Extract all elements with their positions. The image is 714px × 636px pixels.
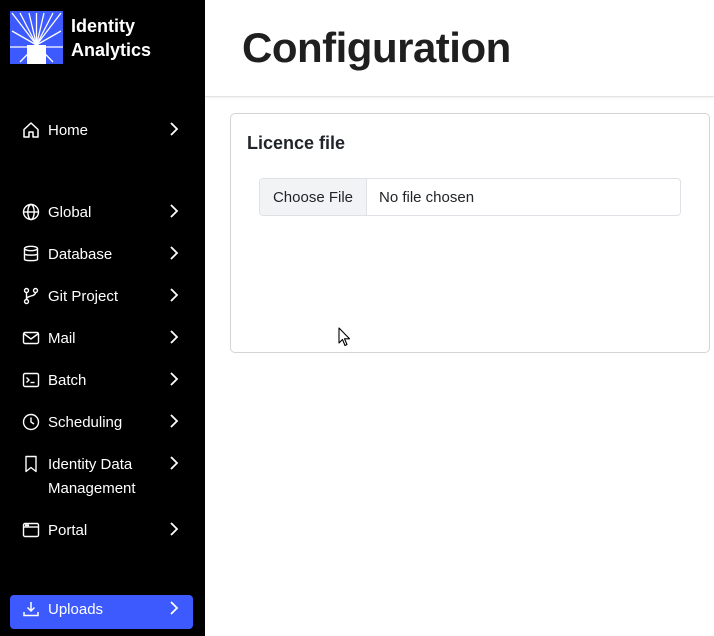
sidebar-item-git-project[interactable]: Git Project	[10, 282, 193, 316]
chevron-right-icon	[170, 601, 179, 615]
sidebar-item-label: Identity Data Management	[48, 456, 136, 497]
sidebar-item-label: Uploads	[48, 601, 104, 618]
sidebar-item-identity-data-management[interactable]: Identity Data Management	[10, 450, 193, 504]
licence-file-input[interactable]: Choose File No file chosen	[259, 178, 681, 216]
sidebar-item-mail[interactable]: Mail	[10, 324, 193, 358]
chevron-right-icon	[170, 414, 179, 428]
globe-icon	[22, 203, 40, 221]
sidebar-item-uploads[interactable]: Uploads	[10, 595, 193, 629]
chevron-right-icon	[170, 522, 179, 536]
chevron-right-icon	[170, 456, 179, 470]
sidebar-item-label: Batch	[48, 372, 87, 389]
brand-line-1: Identity	[71, 16, 136, 36]
page-header: Configuration	[205, 0, 714, 97]
terminal-icon	[22, 372, 40, 388]
git-branch-icon	[23, 287, 39, 305]
sidebar-item-label: Git Project	[48, 288, 119, 305]
logo-icon	[10, 11, 63, 64]
card-title: Licence file	[247, 133, 346, 153]
app-window: Identity Analytics Home Global Database …	[0, 0, 714, 636]
download-icon	[23, 602, 39, 617]
brand[interactable]: Identity Analytics	[10, 11, 151, 64]
sidebar: Identity Analytics Home Global Database …	[0, 0, 205, 636]
sidebar-item-label: Mail	[48, 330, 76, 347]
home-icon	[23, 122, 39, 138]
brand-name: Identity Analytics	[71, 14, 151, 62]
sidebar-item-label: Database	[48, 246, 113, 263]
chevron-right-icon	[170, 288, 179, 302]
sidebar-item-scheduling[interactable]: Scheduling	[10, 408, 193, 442]
chevron-right-icon	[170, 372, 179, 386]
bookmark-icon	[25, 455, 37, 473]
chevron-right-icon	[170, 330, 179, 344]
sidebar-item-batch[interactable]: Batch	[10, 366, 193, 400]
mouse-pointer-icon	[338, 327, 351, 347]
sidebar-item-global[interactable]: Global	[10, 198, 193, 232]
brand-line-2: Analytics	[71, 40, 152, 60]
sidebar-item-database[interactable]: Database	[10, 240, 193, 274]
sidebar-item-portal[interactable]: Portal	[10, 516, 193, 550]
database-icon	[23, 245, 39, 262]
sidebar-item-label: Global	[48, 204, 92, 221]
sidebar-item-label: Scheduling	[48, 414, 123, 431]
mail-icon	[22, 331, 40, 345]
choose-file-button[interactable]: Choose File	[260, 179, 367, 215]
sidebar-item-label: Portal	[48, 522, 88, 539]
window-icon	[22, 522, 40, 538]
licence-file-card: Licence file Choose File No file chosen	[230, 113, 710, 353]
sidebar-item-label: Home	[48, 122, 89, 139]
clock-icon	[22, 413, 40, 431]
chevron-right-icon	[170, 204, 179, 218]
chevron-right-icon	[170, 122, 179, 136]
file-status-text: No file chosen	[379, 188, 475, 206]
sidebar-item-home[interactable]: Home	[10, 116, 193, 150]
page-title: Configuration	[242, 24, 511, 71]
chevron-right-icon	[170, 246, 179, 260]
